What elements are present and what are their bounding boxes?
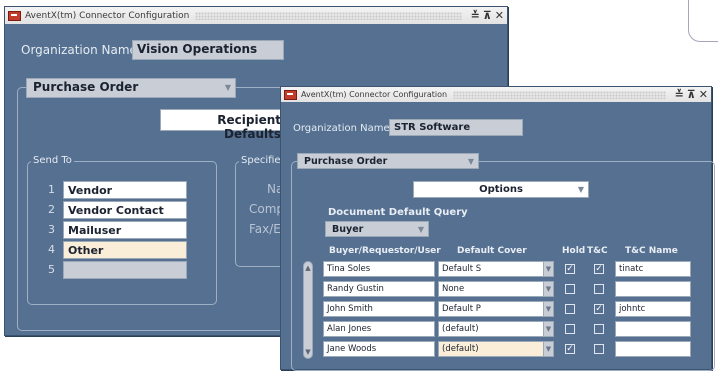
recipient-defaults-button[interactable]: Recipient Defaults — [160, 109, 290, 141]
document-default-query-value: Buyer — [332, 224, 364, 235]
titlebar-pattern — [453, 90, 666, 99]
row-cover-value: (default) — [442, 324, 479, 334]
document-type-dropdown[interactable]: Purchase Order ▼ — [26, 78, 236, 98]
send-to-num-1: 1 — [48, 183, 55, 196]
minimize-icon[interactable]: ≚ — [675, 89, 684, 100]
chevron-down-icon[interactable]: ▼ — [543, 302, 553, 316]
header-hold: Hold — [562, 246, 586, 256]
row-cover-value: Default S — [442, 264, 482, 274]
table-scrollbar[interactable]: ▲ ▼ — [303, 261, 313, 359]
row-cover-value: Default P — [442, 304, 481, 314]
tc-checkbox[interactable]: ✓ — [594, 264, 604, 274]
row-cover[interactable]: (default) ▼ — [438, 341, 554, 357]
document-default-query-dropdown[interactable]: Buyer ▼ — [325, 221, 429, 237]
row-user[interactable]: Tina Soles — [323, 261, 435, 277]
row-user[interactable]: Alan Jones — [323, 321, 435, 337]
chevron-down-icon[interactable]: ▼ — [543, 262, 553, 276]
window-title: AventX(tm) Connector Configuration — [25, 10, 190, 21]
row-cover[interactable]: Default S ▼ — [438, 261, 554, 277]
row-tc-name[interactable] — [615, 281, 691, 297]
send-to-field-3[interactable]: Mailuser — [63, 221, 187, 239]
row-user[interactable]: Randy Gustin — [323, 281, 435, 297]
send-to-field-4[interactable]: Other — [63, 241, 187, 259]
tc-checkbox[interactable]: ✓ — [594, 304, 604, 314]
row-cover[interactable]: (default) ▼ — [438, 321, 554, 337]
document-type-value: Purchase Order — [33, 80, 139, 94]
spec-label-comp: Comp — [249, 202, 285, 216]
options-dropdown[interactable]: Options ▼ — [413, 181, 589, 198]
send-to-num-2: 2 — [48, 203, 55, 216]
document-type-value: Purchase Order — [304, 156, 388, 167]
send-to-num-3: 3 — [48, 223, 55, 236]
options-value: Options — [479, 184, 523, 195]
send-to-num-4: 4 — [48, 243, 55, 256]
chevron-down-icon[interactable]: ▼ — [543, 322, 553, 336]
header-tc-name: T&C Name — [625, 246, 678, 256]
header-tc: T&C — [587, 246, 608, 256]
row-cover[interactable]: Default P ▼ — [438, 301, 554, 317]
send-to-title: Send To — [31, 155, 74, 166]
scroll-up-icon[interactable]: ▲ — [304, 264, 312, 272]
row-user[interactable]: John Smith — [323, 301, 435, 317]
header-default-cover: Default Cover — [457, 246, 527, 256]
hold-checkbox[interactable]: ✓ — [565, 344, 575, 354]
tc-checkbox[interactable] — [594, 284, 604, 294]
app-icon — [284, 89, 297, 100]
decorative-corner-frame — [688, 0, 718, 42]
document-default-query-label: Document Default Query — [328, 207, 468, 218]
spec-label-fax: Fax/E — [249, 222, 281, 236]
row-cover-value: None — [442, 284, 465, 294]
header-buyer-user: Buyer/Requestor/User — [329, 246, 441, 256]
org-name-field[interactable]: STR Software — [389, 119, 523, 136]
send-to-num-5: 5 — [48, 263, 55, 276]
hold-checkbox[interactable] — [565, 324, 575, 334]
org-name-label: Organization Name — [21, 43, 137, 57]
document-type-dropdown[interactable]: Purchase Order ▼ — [297, 153, 479, 169]
chevron-down-icon[interactable]: ▼ — [543, 342, 553, 356]
minimize-icon[interactable]: ≚ — [471, 10, 480, 21]
hold-checkbox[interactable] — [565, 284, 575, 294]
tc-checkbox[interactable] — [594, 344, 604, 354]
chevron-down-icon: ▼ — [224, 83, 231, 92]
window-titlebar: AventX(tm) Connector Configuration ≚ ⊼ ✕ — [5, 7, 507, 24]
row-tc-name[interactable]: johntc — [615, 301, 691, 317]
window-titlebar: AventX(tm) Connector Configuration ≚ ⊼ ✕ — [281, 87, 711, 102]
chevron-down-icon: ▼ — [467, 157, 474, 166]
row-cover-value: (default) — [442, 344, 479, 354]
tc-checkbox[interactable] — [594, 324, 604, 334]
org-name-label: Organization Name — [293, 123, 390, 134]
maximize-icon[interactable]: ⊼ — [687, 89, 696, 100]
hold-checkbox[interactable]: ✓ — [565, 264, 575, 274]
maximize-icon[interactable]: ⊼ — [483, 10, 492, 21]
row-tc-name[interactable] — [615, 341, 691, 357]
window-str-software: AventX(tm) Connector Configuration ≚ ⊼ ✕… — [280, 86, 715, 371]
titlebar-pattern — [195, 11, 462, 20]
send-to-field-2[interactable]: Vendor Contact — [63, 201, 187, 219]
chevron-down-icon: ▼ — [577, 185, 584, 194]
row-cover[interactable]: None ▼ — [438, 281, 554, 297]
chevron-down-icon: ▼ — [417, 225, 424, 234]
window-title: AventX(tm) Connector Configuration — [301, 90, 448, 99]
org-name-field[interactable]: Vision Operations — [132, 40, 284, 60]
send-to-field-1[interactable]: Vendor — [63, 181, 187, 199]
chevron-down-icon[interactable]: ▼ — [543, 282, 553, 296]
hold-checkbox[interactable] — [565, 304, 575, 314]
row-tc-name[interactable]: tinatc — [615, 261, 691, 277]
close-icon[interactable]: ✕ — [699, 89, 708, 100]
app-icon — [8, 10, 21, 21]
row-tc-name[interactable] — [615, 321, 691, 337]
row-user[interactable]: Jane Woods — [323, 341, 435, 357]
scroll-down-icon[interactable]: ▼ — [304, 348, 312, 356]
close-icon[interactable]: ✕ — [495, 10, 504, 21]
send-to-field-5[interactable] — [63, 261, 187, 279]
